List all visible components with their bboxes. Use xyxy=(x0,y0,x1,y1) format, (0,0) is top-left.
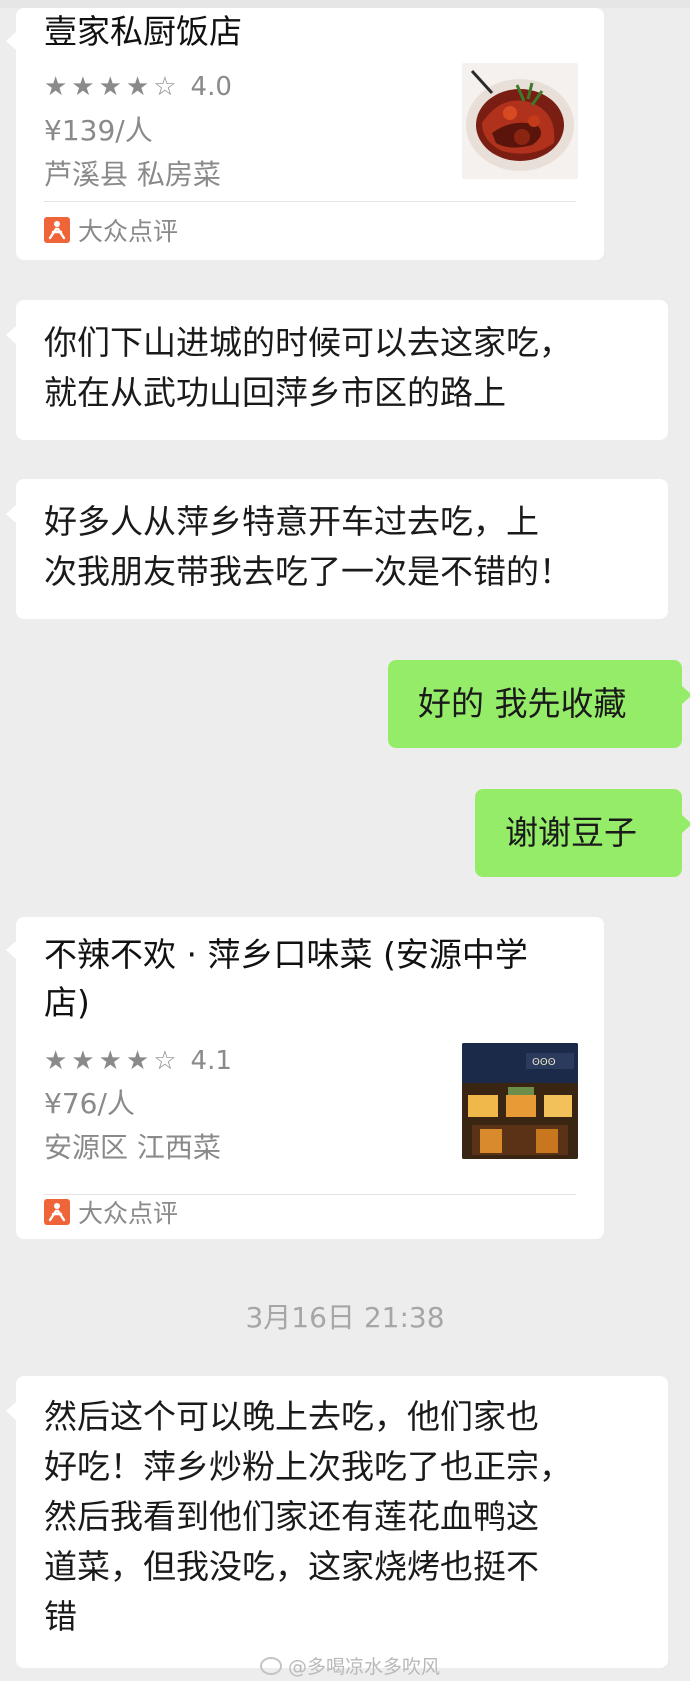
price-per-person: ¥76/人 xyxy=(44,1087,135,1120)
card-source: 大众点评 xyxy=(44,1196,178,1228)
rating-row: ★★★★☆ 4.1 xyxy=(44,1044,232,1078)
message-line: 次我朋友带我去吃了一次是不错的！ xyxy=(44,552,572,591)
card-source: 大众点评 xyxy=(44,214,178,246)
card-divider xyxy=(44,201,576,202)
star-rating-icon: ★★★★☆ xyxy=(44,72,181,102)
message-line: 谢谢豆子 xyxy=(505,813,637,852)
outgoing-message-bubble[interactable]: 谢谢豆子 xyxy=(475,789,690,877)
watermark-text: @多喝凉水多吹风 xyxy=(288,1656,441,1678)
dianping-logo-icon xyxy=(44,217,70,243)
top-edge xyxy=(0,0,690,8)
message-line: 然后我看到他们家还有莲花血鸭这 xyxy=(44,1497,539,1536)
message-line: 好吃！萍乡炒粉上次我吃了也正宗， xyxy=(44,1447,572,1486)
incoming-message-bubble[interactable]: 然后这个可以晚上去吃，他们家也 好吃！萍乡炒粉上次我吃了也正宗， 然后我看到他们… xyxy=(6,1376,668,1668)
restaurant-name: 不辣不欢 · 萍乡口味菜 (安源中学店) xyxy=(44,935,528,1022)
incoming-message-bubble[interactable]: 你们下山进城的时候可以去这家吃， 就在从武功山回萍乡市区的路上 xyxy=(6,300,668,440)
restaurant-location: 芦溪县 私房菜 xyxy=(44,158,221,191)
price-per-person: ¥139/人 xyxy=(44,114,153,147)
restaurant-front-photo-icon: ʘʘʘ xyxy=(462,1043,578,1159)
message-line: 好多人从萍乡特意开车过去吃，上 xyxy=(44,502,539,541)
rating-score: 4.1 xyxy=(190,1046,232,1076)
source-label: 大众点评 xyxy=(78,1199,179,1228)
source-label: 大众点评 xyxy=(78,217,179,246)
weibo-watermark: @多喝凉水多吹风 xyxy=(260,1652,440,1679)
svg-text:ʘʘʘ: ʘʘʘ xyxy=(532,1057,556,1068)
message-line: 然后这个可以晚上去吃，他们家也 xyxy=(44,1397,539,1436)
message-line: 就在从武功山回萍乡市区的路上 xyxy=(44,373,506,412)
food-photo-icon xyxy=(462,63,578,179)
message-line: 你们下山进城的时候可以去这家吃， xyxy=(44,323,572,362)
rating-score: 4.0 xyxy=(190,72,232,102)
restaurant-card[interactable]: 不辣不欢 · 萍乡口味菜 (安源中学店) ★★★★☆ 4.1 ¥76/人 安源区 … xyxy=(6,917,604,1239)
incoming-message-bubble[interactable]: 好多人从萍乡特意开车过去吃，上 次我朋友带我去吃了一次是不错的！ xyxy=(6,479,668,619)
message-line: 好的 我先收藏 xyxy=(418,684,627,723)
restaurant-card[interactable]: 壹家私厨饭店 ★★★★☆ 4.0 ¥139/人 芦溪县 私房菜 大众点评 xyxy=(6,8,604,260)
star-rating-icon: ★★★★☆ xyxy=(44,1046,181,1076)
message-line: 道菜，但我没吃，这家烧烤也挺不 xyxy=(44,1547,539,1586)
rating-row: ★★★★☆ 4.0 xyxy=(44,70,232,104)
restaurant-location: 安源区 江西菜 xyxy=(44,1131,221,1164)
restaurant-name: 壹家私厨饭店 xyxy=(44,12,242,51)
message-line: 错 xyxy=(44,1597,77,1636)
weibo-icon xyxy=(260,1656,282,1675)
dianping-logo-icon xyxy=(44,1199,70,1225)
outgoing-message-bubble[interactable]: 好的 我先收藏 xyxy=(388,660,690,748)
message-timestamp: 3月16日 21:38 xyxy=(245,1301,445,1334)
